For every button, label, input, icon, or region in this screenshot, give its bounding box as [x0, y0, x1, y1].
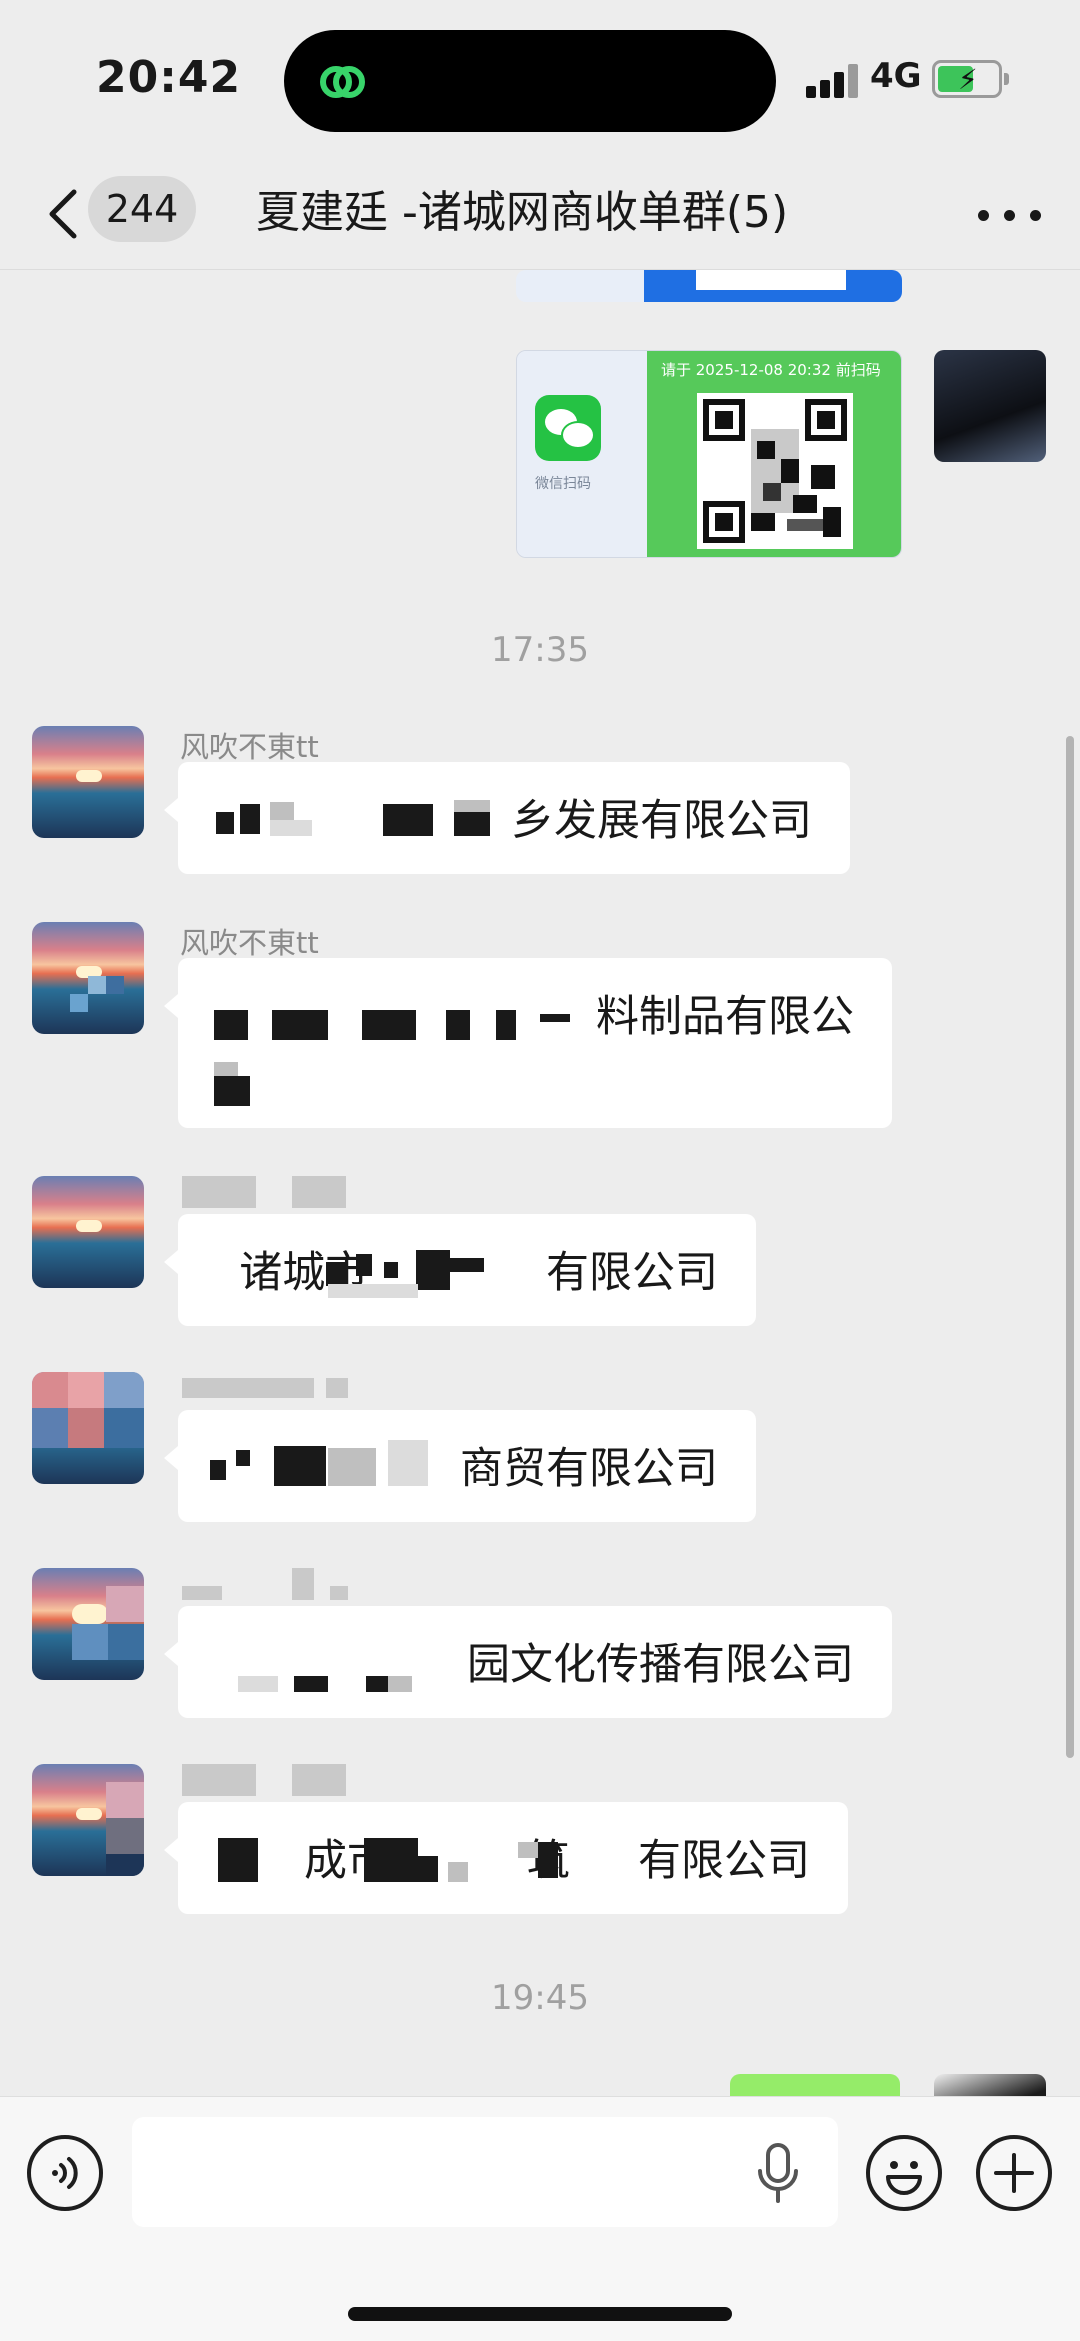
- message-bubble[interactable]: 乡发展有限公司: [164, 762, 850, 874]
- timestamp-separator: 17:35: [491, 630, 589, 670]
- mic-icon[interactable]: [750, 2141, 806, 2207]
- chat-header: 244 夏建廷 -诸城网商收单群(5): [0, 160, 1080, 270]
- avatar-sender[interactable]: [32, 1176, 144, 1288]
- message-bubble[interactable]: 商贸有限公司: [164, 1410, 756, 1522]
- input-bar: [0, 2096, 1080, 2341]
- previous-card-message[interactable]: [516, 270, 902, 302]
- qr-card-left-panel: 微信扫码: [517, 351, 647, 557]
- message-input[interactable]: [132, 2117, 838, 2227]
- message-list[interactable]: 微信扫码 请于 2025-12-08 20:32 前扫码 17:35 风吹不東t…: [0, 270, 1080, 2096]
- home-indicator[interactable]: [348, 2307, 732, 2321]
- network-type: 4G: [870, 56, 922, 96]
- link-rings-icon: [320, 66, 365, 98]
- qr-code-image[interactable]: [697, 393, 853, 549]
- dynamic-island: [284, 30, 776, 132]
- qr-code-icon: [703, 399, 847, 543]
- outgoing-message-bubble[interactable]: [730, 2074, 900, 2096]
- battery-icon: ⚡: [932, 60, 1009, 98]
- chat-title: 夏建廷 -诸城网商收单群(5): [256, 187, 789, 238]
- more-dots-icon[interactable]: [970, 190, 1050, 240]
- cellular-signal-icon: [806, 64, 862, 98]
- avatar-self[interactable]: [934, 350, 1046, 462]
- emoji-icon[interactable]: [866, 2135, 942, 2211]
- message-bubble[interactable]: 园文化传播有限公司: [164, 1606, 892, 1718]
- message-bubble[interactable]: 料制品有限公: [164, 958, 892, 1128]
- timestamp-separator: 19:45: [491, 1978, 589, 2018]
- status-time: 20:42: [96, 52, 242, 103]
- message-text: 成市 筑 有限公司: [303, 1836, 810, 1886]
- avatar-sender[interactable]: [32, 1764, 144, 1876]
- qr-expiry-hint: 请于 2025-12-08 20:32 前扫码: [661, 361, 881, 379]
- charging-bolt-icon: ⚡: [958, 63, 978, 96]
- qr-code-card-message[interactable]: 微信扫码 请于 2025-12-08 20:32 前扫码: [516, 350, 902, 558]
- avatar-sender[interactable]: [32, 1568, 144, 1680]
- message-bubble[interactable]: 诸城市 有限公司: [164, 1214, 756, 1326]
- unread-count-badge[interactable]: 244: [88, 176, 196, 242]
- chat-screen: { "status_bar": { "time": "20:42", "netw…: [0, 0, 1080, 2341]
- scrollbar[interactable]: [1066, 736, 1074, 1758]
- wechat-scan-label: 微信扫码: [535, 476, 591, 492]
- sender-name: 风吹不東tt: [180, 926, 319, 960]
- message-text: 诸城市 有限公司: [239, 1248, 718, 1298]
- qr-card-right-panel: 请于 2025-12-08 20:32 前扫码: [647, 351, 901, 557]
- voice-icon[interactable]: [27, 2135, 103, 2211]
- wechat-logo-icon: [535, 395, 601, 461]
- sender-name: 风吹不東tt: [180, 730, 319, 764]
- status-bar: 20:42 4G ⚡: [0, 0, 1080, 160]
- plus-icon[interactable]: [976, 2135, 1052, 2211]
- message-bubble[interactable]: 成市 筑 有限公司: [164, 1802, 848, 1914]
- avatar-sender[interactable]: [32, 1372, 144, 1484]
- avatar-sender[interactable]: [32, 726, 144, 838]
- avatar-self[interactable]: [934, 2074, 1046, 2096]
- avatar-sender[interactable]: [32, 922, 144, 1034]
- battery-level: ⚡: [938, 64, 978, 96]
